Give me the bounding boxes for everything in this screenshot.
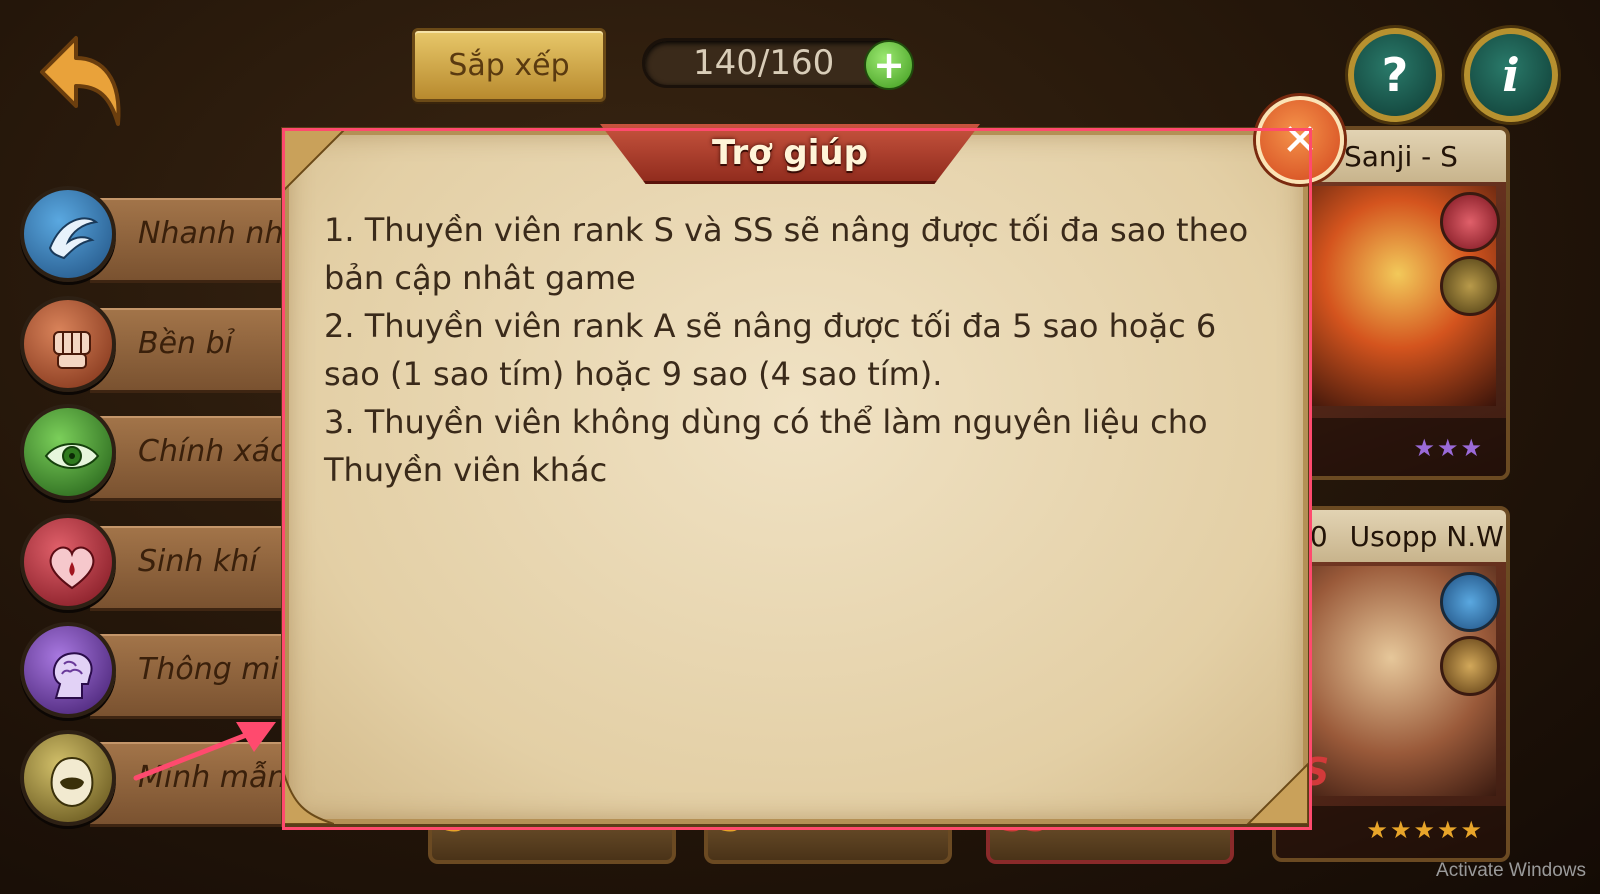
helmet-icon (1440, 256, 1500, 316)
help-button[interactable]: ? (1348, 28, 1442, 122)
sidebar-item-label: Sinh khí (138, 544, 258, 579)
heart-icon (49, 546, 95, 590)
highlight-box (282, 128, 1312, 830)
back-arrow-icon (40, 36, 121, 126)
sidebar-item-label: Nhanh nh (138, 216, 284, 251)
expand-roster-button[interactable]: + (864, 40, 914, 90)
sidebar-item-vitality[interactable]: Sinh khí (20, 514, 310, 614)
sidebar-item-label: Thông mi (138, 652, 279, 687)
sidebar-item-label: Bền bỉ (138, 326, 233, 361)
back-button[interactable] (32, 28, 128, 128)
star-rating: ★★★★★ (1366, 816, 1484, 844)
plus-icon: + (873, 43, 905, 87)
crew-card-name: Usopp N.W (1349, 519, 1504, 553)
sort-button[interactable]: Sắp xếp (412, 28, 606, 102)
crosshair-icon (1440, 636, 1500, 696)
info-icon: i (1502, 48, 1520, 102)
sidebar-item-accuracy[interactable]: Chính xác (20, 404, 310, 504)
sidebar-item-intelligence[interactable]: Thông mi (20, 622, 310, 722)
annotation-arrow-icon (133, 722, 276, 781)
sidebar-item-label: Chính xác (138, 434, 287, 469)
heart-icon (1440, 192, 1500, 252)
sidebar-item-endurance[interactable]: Bền bỉ (20, 296, 310, 396)
wing-icon (48, 217, 99, 260)
star-rating: ★★★ (1413, 434, 1484, 462)
question-icon: ? (1381, 48, 1409, 102)
fist-icon (53, 331, 91, 369)
wing-icon (1440, 572, 1500, 632)
info-button[interactable]: i (1464, 28, 1558, 122)
roster-count-value: 140/160 (693, 43, 835, 83)
eye-icon (44, 443, 100, 469)
sidebar-item-speed[interactable]: Nhanh nh (20, 186, 310, 286)
activate-windows-watermark: Activate Windows (1436, 860, 1586, 881)
brain-icon (52, 652, 93, 699)
hooded-figure-icon (50, 756, 94, 808)
